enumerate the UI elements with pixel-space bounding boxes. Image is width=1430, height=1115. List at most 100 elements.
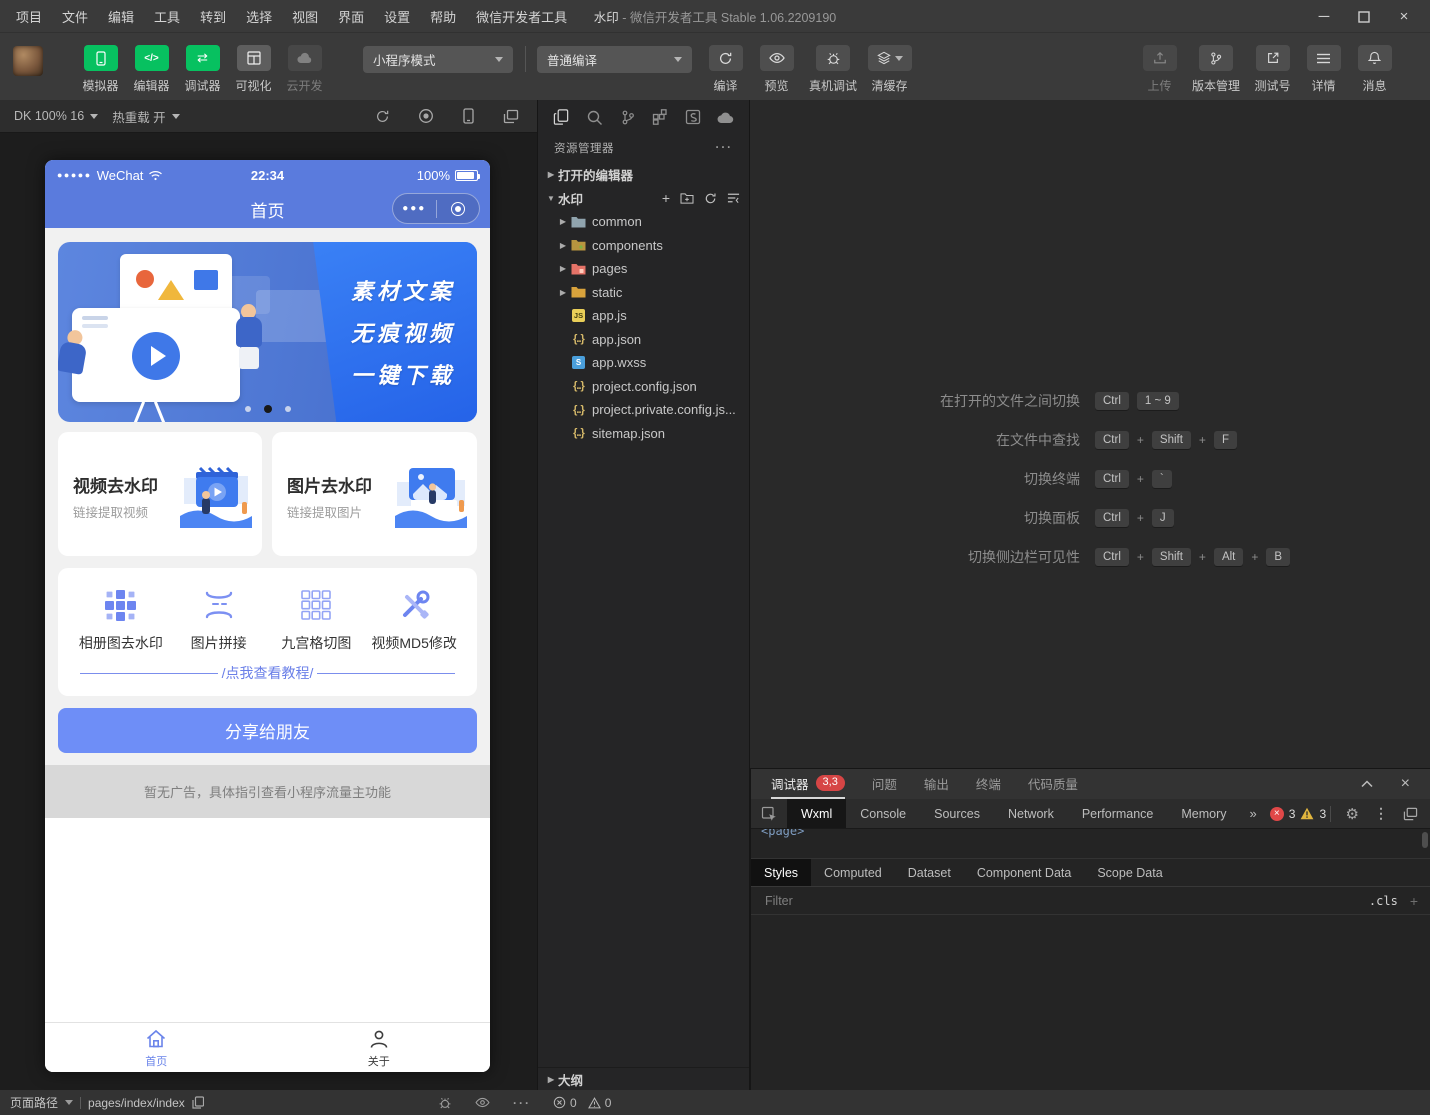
devtools-tab-network[interactable]: Network — [994, 799, 1068, 828]
stop-record-icon[interactable] — [418, 108, 434, 124]
menu-item-help[interactable]: 帮助 — [420, 7, 466, 26]
clear-cache-button[interactable]: 清缓存 — [864, 33, 915, 94]
tree-item-file[interactable]: S app.wxss — [538, 351, 749, 375]
tree-item-folder[interactable]: ▶ static — [538, 281, 749, 305]
hot-reload-select[interactable]: 热重载 开 — [112, 107, 179, 126]
tree-item-folder[interactable]: ▶ common — [538, 210, 749, 234]
kebab-menu-icon[interactable]: ⋮ — [1374, 805, 1388, 822]
menu-item-tools[interactable]: 工具 — [144, 7, 190, 26]
page-path-label[interactable]: 页面路径 — [10, 1094, 58, 1111]
more-options-icon[interactable]: ●●● — [393, 203, 436, 214]
element-tag[interactable]: <page> — [761, 829, 804, 838]
video-md5-feature[interactable]: 视频MD5修改 — [365, 586, 463, 653]
minimize-button[interactable]: ─ — [1304, 0, 1344, 33]
open-editors-section[interactable]: ▶ 打开的编辑器 — [538, 162, 749, 186]
package-icon[interactable] — [685, 109, 701, 125]
tab-terminal[interactable]: 终端 — [976, 769, 1001, 799]
editor-toggle-button[interactable]: </> 编辑器 — [126, 33, 177, 94]
problems-summary[interactable]: 0 0 — [553, 1096, 611, 1110]
devtools-tab-wxml[interactable]: Wxml — [787, 799, 846, 828]
devtools-tab-console[interactable]: Console — [846, 799, 920, 828]
video-watermark-card[interactable]: 视频去水印 链接提取视频 — [58, 432, 262, 556]
visual-toggle-button[interactable]: 可视化 — [228, 33, 279, 94]
more-icon[interactable]: ··· — [513, 1096, 531, 1110]
tutorial-link[interactable]: /点我查看教程/ — [80, 663, 455, 683]
collapse-all-icon[interactable] — [727, 192, 740, 204]
tab-debugger[interactable]: 调试器 3,3 — [771, 769, 845, 799]
compile-button[interactable]: 编译 — [700, 33, 751, 94]
menu-item-view[interactable]: 视图 — [282, 7, 328, 26]
refresh-icon[interactable] — [704, 192, 717, 205]
menu-item-file[interactable]: 文件 — [52, 7, 98, 26]
test-account-button[interactable]: 测试号 — [1247, 33, 1298, 94]
devtools-tab-memory[interactable]: Memory — [1167, 799, 1240, 828]
menu-item-project[interactable]: 项目 — [6, 7, 52, 26]
chevron-up-icon[interactable] — [1361, 780, 1373, 788]
styles-tab-scope-data[interactable]: Scope Data — [1084, 859, 1175, 886]
version-control-button[interactable]: 版本管理 — [1185, 33, 1247, 94]
new-folder-icon[interactable] — [680, 192, 694, 204]
tree-item-file[interactable]: JS app.js — [538, 304, 749, 328]
extensions-icon[interactable] — [652, 109, 668, 125]
project-section[interactable]: ▼ 水印 + — [538, 186, 749, 210]
grid-cut-feature[interactable]: 九宫格切图 — [268, 586, 366, 653]
image-watermark-card[interactable]: 图片去水印 链接提取图片 — [272, 432, 477, 556]
image-stitch-feature[interactable]: 图片拼接 — [170, 586, 268, 653]
eye-icon[interactable] — [475, 1097, 490, 1108]
messages-button[interactable]: 消息 — [1349, 33, 1400, 94]
menu-item-settings[interactable]: 设置 — [374, 7, 420, 26]
album-watermark-feature[interactable]: 相册图去水印 — [72, 586, 170, 653]
more-actions-icon[interactable]: ··· — [716, 142, 734, 154]
avatar[interactable] — [13, 46, 43, 76]
compile-mode-select[interactable]: 普通编译 — [537, 46, 692, 73]
styles-tab-styles[interactable]: Styles — [751, 859, 811, 886]
devtools-tab-performance[interactable]: Performance — [1068, 799, 1168, 828]
close-miniprogram-icon[interactable] — [437, 202, 480, 216]
tree-item-folder[interactable]: ▶ pages — [538, 257, 749, 281]
tab-problems[interactable]: 问题 — [872, 769, 897, 799]
debugger-toggle-button[interactable]: ⇄ 调试器 — [177, 33, 228, 94]
maximize-button[interactable] — [1344, 0, 1384, 33]
scrollbar-thumb[interactable] — [1422, 832, 1428, 848]
multi-window-icon[interactable] — [503, 109, 519, 124]
tab-output[interactable]: 输出 — [924, 769, 949, 799]
more-tabs-icon[interactable]: » — [1241, 806, 1266, 821]
cloud-dev-icon[interactable] — [717, 110, 734, 124]
styles-tab-component-data[interactable]: Component Data — [964, 859, 1085, 886]
share-button[interactable]: 分享给朋友 — [58, 708, 477, 753]
search-icon[interactable] — [586, 109, 603, 126]
tree-item-file[interactable]: {..} sitemap.json — [538, 422, 749, 446]
menu-item-devtools[interactable]: 微信开发者工具 — [466, 7, 577, 26]
promo-banner[interactable]: 素材文案 无痕视频 一键下载 — [58, 242, 477, 422]
devtools-tab-sources[interactable]: Sources — [920, 799, 994, 828]
tree-item-file[interactable]: {..} project.private.config.js... — [538, 398, 749, 422]
add-style-button[interactable]: + — [1410, 893, 1418, 909]
menu-item-select[interactable]: 选择 — [236, 7, 282, 26]
menu-item-go[interactable]: 转到 — [190, 7, 236, 26]
preview-button[interactable]: 预览 — [751, 33, 802, 94]
console-problem-counts[interactable]: × 3 3 — [1270, 807, 1326, 821]
mode-select[interactable]: 小程序模式 — [363, 46, 513, 73]
cls-button[interactable]: .cls — [1369, 894, 1398, 908]
filter-input[interactable] — [763, 893, 1369, 909]
details-button[interactable]: 详情 — [1298, 33, 1349, 94]
styles-tab-dataset[interactable]: Dataset — [895, 859, 964, 886]
wxml-elements-pane[interactable]: <page> — [751, 829, 1430, 859]
tree-item-file[interactable]: {..} app.json — [538, 328, 749, 352]
tab-code-quality[interactable]: 代码质量 — [1028, 769, 1078, 799]
inspect-element-icon[interactable] — [751, 806, 787, 822]
upload-button[interactable]: 上传 — [1134, 33, 1185, 94]
tree-item-folder[interactable]: ▶ components — [538, 234, 749, 258]
refresh-icon[interactable] — [375, 109, 390, 124]
bug-icon[interactable] — [438, 1096, 452, 1110]
menu-item-interface[interactable]: 界面 — [328, 7, 374, 26]
menu-item-edit[interactable]: 编辑 — [98, 7, 144, 26]
close-panel-icon[interactable]: × — [1401, 775, 1410, 793]
phone-rotate-icon[interactable] — [462, 108, 475, 124]
styles-tab-computed[interactable]: Computed — [811, 859, 895, 886]
files-icon[interactable] — [553, 108, 570, 126]
gear-icon[interactable]: ⚙ — [1346, 805, 1359, 823]
new-file-icon[interactable]: + — [662, 193, 670, 203]
undock-icon[interactable] — [1403, 807, 1418, 821]
outline-section[interactable]: ▶ 大纲 — [538, 1067, 749, 1090]
